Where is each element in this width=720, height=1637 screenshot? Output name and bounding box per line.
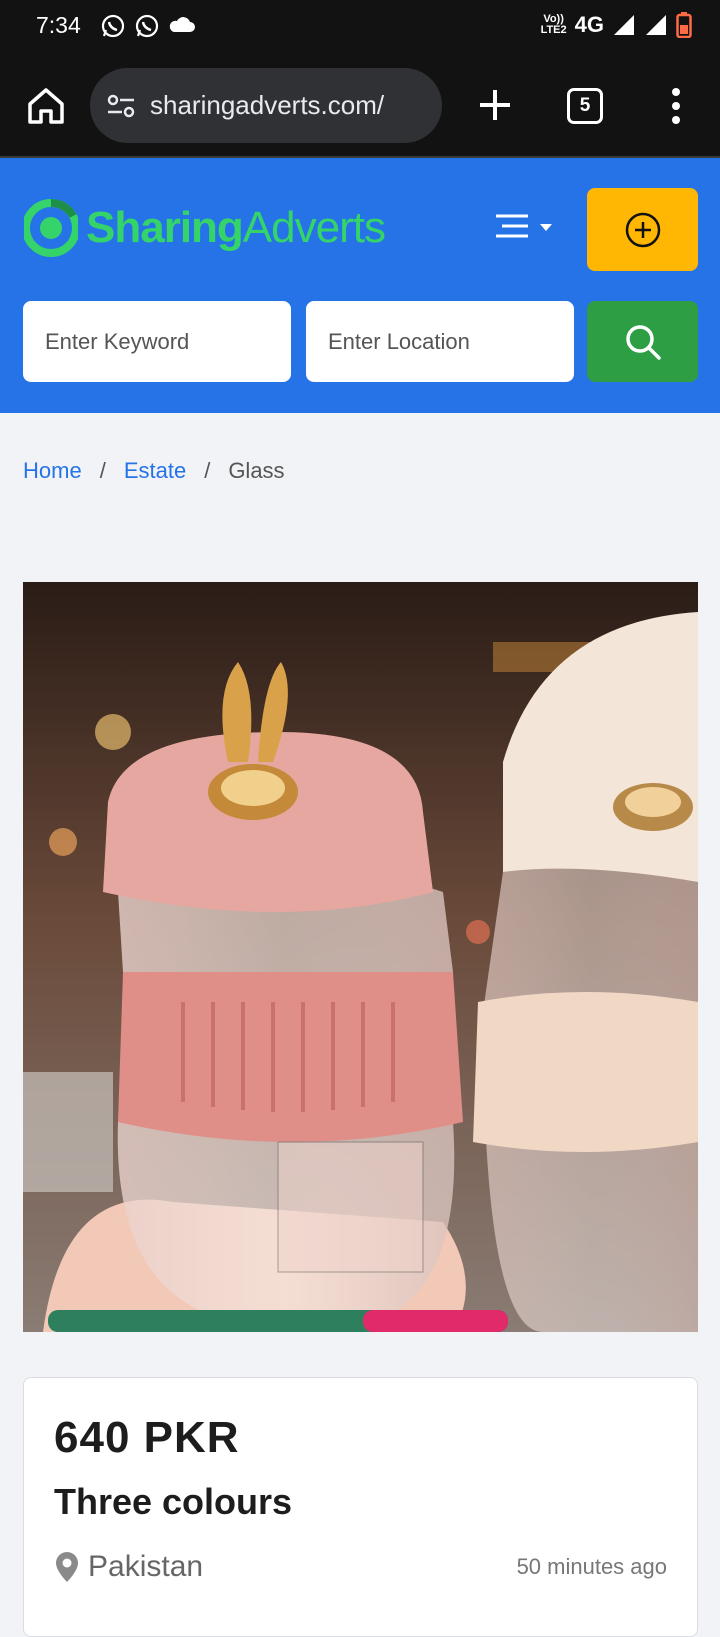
location-placeholder: Enter Location — [328, 328, 470, 354]
whatsapp-icon — [135, 14, 159, 38]
tab-count: 5 — [579, 95, 591, 116]
volte-indicator: Vo)) LTE2 — [540, 13, 567, 36]
listing-title: Three colours — [54, 1481, 293, 1522]
battery-icon — [676, 12, 692, 38]
breadcrumb-home[interactable]: Home — [23, 458, 82, 484]
logo-text: SharingAdverts — [86, 203, 386, 252]
location-pin-icon — [56, 1552, 78, 1582]
more-vert-icon[interactable] — [664, 84, 688, 128]
breadcrumb: Home / Estate / Glass — [23, 458, 285, 484]
network-type: 4G — [574, 12, 604, 37]
address-bar[interactable]: sharingadverts.com/ — [90, 68, 442, 143]
search-button[interactable] — [587, 301, 698, 382]
wifi-signal-icon — [614, 15, 634, 35]
posted-time: 50 minutes ago — [516, 1554, 667, 1579]
keyword-input[interactable]: Enter Keyword — [23, 301, 291, 382]
menu-dropdown-icon[interactable] — [494, 210, 560, 244]
plus-icon[interactable] — [470, 80, 520, 130]
logo-icon — [24, 198, 78, 257]
cloud-icon — [169, 17, 195, 32]
url-text[interactable]: sharingadverts.com/ — [150, 90, 434, 121]
site-header: SharingAdverts Enter Keyword Enter Locat… — [0, 158, 720, 413]
keyword-placeholder: Enter Keyword — [45, 328, 190, 354]
breadcrumb-current: Glass — [228, 458, 285, 483]
location-input[interactable]: Enter Location — [306, 301, 574, 382]
system-status: Vo)) LTE2 4G — [541, 12, 692, 38]
cell-signal-icon — [646, 15, 666, 35]
search-icon — [625, 324, 661, 360]
status-bar: 7:34 Vo)) LTE2 4G — [0, 0, 720, 54]
home-icon[interactable] — [24, 84, 68, 128]
notification-icons — [100, 13, 196, 39]
status-time: 7:34 — [36, 12, 81, 38]
site-settings-icon[interactable] — [106, 91, 136, 121]
listing-location: Pakistan — [54, 1550, 203, 1584]
listing-price: 640 PKR — [54, 1413, 240, 1462]
product-image — [23, 582, 698, 1332]
plus-circle-icon — [625, 212, 660, 247]
tabs-icon[interactable]: 5 — [567, 88, 603, 124]
location-text: Pakistan — [88, 1550, 204, 1583]
breadcrumb-separator: / — [204, 458, 211, 483]
site-logo[interactable]: SharingAdverts — [24, 191, 386, 265]
listing-details-card: 640 PKR Three colours Pakistan 50 minute… — [23, 1377, 698, 1637]
whatsapp-icon — [101, 14, 125, 38]
breadcrumb-separator: / — [99, 458, 106, 483]
listing-photo[interactable] — [23, 582, 698, 1332]
browser-toolbar: sharingadverts.com/ 5 — [0, 54, 720, 158]
post-ad-button[interactable] — [587, 188, 698, 271]
breadcrumb-estate[interactable]: Estate — [124, 458, 186, 484]
